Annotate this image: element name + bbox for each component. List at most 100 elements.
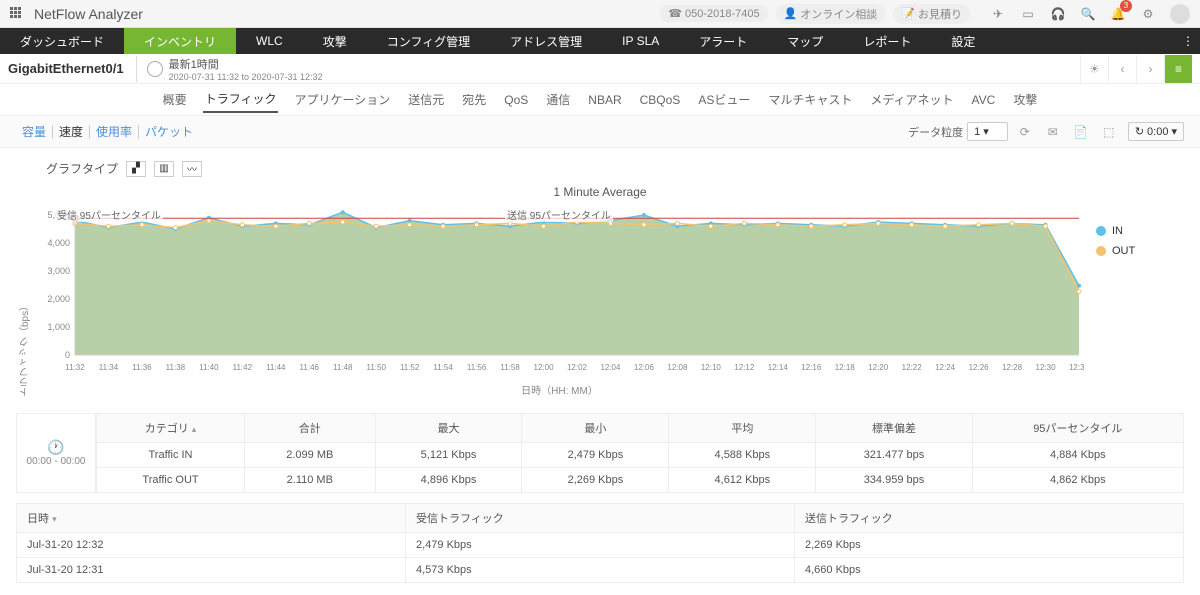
time-col: 🕐 00:00 - 00:00: [16, 413, 96, 493]
mainnav-item-2[interactable]: WLC: [236, 28, 303, 54]
svg-text:11:36: 11:36: [132, 363, 152, 372]
out-pctile-label: 送信 95パーセンタイル: [505, 207, 613, 222]
svg-text:12:20: 12:20: [868, 363, 889, 372]
granularity-label: データ粒度: [908, 124, 963, 140]
mainnav-item-0[interactable]: ダッシュボード: [0, 28, 124, 54]
avatar[interactable]: [1170, 4, 1190, 24]
mainnav-item-9[interactable]: レポート: [843, 28, 931, 54]
time-range-section[interactable]: 最新1時間 2020-07-31 11:32 to 2020-07-31 12:…: [136, 56, 323, 82]
filter-opt-0[interactable]: 容量: [16, 125, 53, 139]
pdf-icon[interactable]: 📄: [1070, 121, 1092, 143]
subtabs: 概要トラフィックアプリケーション送信元宛先 QoS 通信 NBAR CBQoS ASビュー…: [0, 84, 1200, 116]
alert-icon[interactable]: ☀: [1080, 55, 1108, 83]
online-pill[interactable]: 👤 オンライン相談: [776, 4, 886, 24]
mainnav-item-6[interactable]: IP SLA: [602, 28, 679, 54]
subtab-12[interactable]: AVC: [970, 89, 998, 111]
in-pctile-label: 受信 95パーセンタイル: [55, 207, 163, 222]
stats-header-1[interactable]: 合計: [245, 414, 376, 443]
subtab-11[interactable]: メディアネット: [868, 87, 955, 112]
rocket-icon[interactable]: ✈: [990, 6, 1006, 22]
granularity-select[interactable]: 1 ▾: [967, 122, 1008, 141]
svg-text:11:44: 11:44: [266, 363, 286, 372]
subtab-4[interactable]: 宛先: [460, 87, 488, 112]
prev-icon[interactable]: ‹: [1108, 55, 1136, 83]
interface-name: GigabitEthernet0/1: [8, 61, 124, 76]
bar-chart-icon[interactable]: ▥: [154, 161, 174, 177]
refresh-icon[interactable]: ⟳: [1014, 121, 1036, 143]
filter-opt-3[interactable]: パケット: [139, 125, 199, 139]
subtab-3[interactable]: 送信元: [406, 87, 446, 112]
mainnav-item-5[interactable]: アドレス管理: [490, 28, 602, 54]
period-label: 最新1時間: [169, 56, 323, 72]
stats-header-2[interactable]: 最大: [375, 414, 522, 443]
subtab-8[interactable]: CBQoS: [638, 89, 683, 111]
traffic-header-1[interactable]: 受信トラフィック: [406, 504, 795, 533]
filter-opt-1[interactable]: 速度: [53, 125, 90, 139]
svg-text:12:04: 12:04: [600, 363, 621, 372]
area-chart-icon[interactable]: ▞: [126, 161, 146, 177]
mainnav: ダッシュボードインベントリWLC攻撃コンフィグ管理アドレス管理IP SLAアラー…: [0, 28, 1200, 54]
subtab-0[interactable]: 概要: [161, 87, 189, 112]
topbar-icons: ✈ ▭ 🎧 🔍 🔔3 ⚙: [990, 4, 1190, 24]
quote-label: お見積り: [918, 6, 962, 22]
headset-icon[interactable]: 🎧: [1050, 6, 1066, 22]
line-chart-icon[interactable]: 〰: [182, 161, 202, 177]
subtab-5[interactable]: QoS: [502, 89, 530, 111]
graph-type-row: グラフタイプ ▞ ▥ 〰: [46, 160, 1184, 177]
traffic-header-2[interactable]: 送信トラフィック: [795, 504, 1184, 533]
stats-header-5[interactable]: 標準偏差: [816, 414, 972, 443]
clock-icon: [147, 61, 163, 77]
search-icon[interactable]: 🔍: [1080, 6, 1096, 22]
subtab-2[interactable]: アプリケーション: [292, 87, 392, 112]
bell-icon[interactable]: 🔔3: [1110, 6, 1126, 22]
gear-icon[interactable]: ⚙: [1140, 6, 1156, 22]
svg-text:12:08: 12:08: [667, 363, 688, 372]
hamburger-icon[interactable]: ≡: [1164, 55, 1192, 83]
phone-pill[interactable]: ☎ 050-2018-7405: [660, 5, 767, 22]
mainnav-item-7[interactable]: アラート: [679, 28, 767, 54]
stats-header-3[interactable]: 最小: [522, 414, 669, 443]
chart-svg: 01,0002,0003,0004,0005,00011:3211:3411:3…: [35, 205, 1084, 375]
mainnav-item-1[interactable]: インベントリ: [124, 28, 236, 54]
svg-text:0: 0: [65, 350, 70, 360]
subtab-10[interactable]: マルチキャスト: [766, 87, 854, 112]
svg-text:12:32: 12:32: [1069, 363, 1084, 372]
stats-header-4[interactable]: 平均: [669, 414, 816, 443]
legend-out-label: OUT: [1112, 245, 1135, 257]
monitor-icon[interactable]: ▭: [1020, 6, 1036, 22]
svg-text:3,000: 3,000: [47, 266, 70, 276]
subtab-1[interactable]: トラフィック: [203, 86, 279, 113]
time-pill[interactable]: ↻ 0:00 ▾: [1128, 122, 1184, 141]
subtab-6[interactable]: 通信: [544, 87, 572, 112]
svg-text:2,000: 2,000: [47, 294, 70, 304]
next-icon[interactable]: ›: [1136, 55, 1164, 83]
quote-pill[interactable]: 📝 お見積り: [893, 4, 970, 24]
subtab-9[interactable]: ASビュー: [696, 87, 752, 112]
period-range: 2020-07-31 11:32 to 2020-07-31 12:32: [169, 72, 323, 82]
mainnav-item-3[interactable]: 攻撃: [303, 28, 367, 54]
subtab-13[interactable]: 攻撃: [1011, 87, 1039, 112]
contextbar: GigabitEthernet0/1 最新1時間 2020-07-31 11:3…: [0, 54, 1200, 84]
mail-icon[interactable]: ✉: [1042, 121, 1064, 143]
stats-header-6[interactable]: 95パーセンタイル: [972, 414, 1183, 443]
traffic-table: 日時 ▾受信トラフィック送信トラフィック Jul-31-20 12:322,47…: [16, 503, 1184, 583]
mainnav-item-4[interactable]: コンフィグ管理: [367, 28, 490, 54]
mainnav-item-8[interactable]: マップ: [767, 28, 843, 54]
traffic-header-0[interactable]: 日時 ▾: [17, 504, 406, 533]
table-row: Traffic OUT2.110 MB4,896 Kbps2,269 Kbps4…: [97, 468, 1184, 493]
stats-header-0[interactable]: カテゴリ ▴: [97, 414, 245, 443]
x-axis-label: 日時（HH: MM）: [35, 382, 1084, 397]
online-label: オンライン相談: [800, 6, 877, 22]
mainnav-item-10[interactable]: 設定: [931, 28, 995, 54]
csv-icon[interactable]: ⬚: [1098, 121, 1120, 143]
subtab-7[interactable]: NBAR: [586, 89, 623, 111]
svg-text:12:02: 12:02: [567, 363, 588, 372]
svg-text:12:18: 12:18: [835, 363, 856, 372]
table-row: Traffic IN2.099 MB5,121 Kbps2,479 Kbps4,…: [97, 443, 1184, 468]
svg-text:12:22: 12:22: [902, 363, 923, 372]
mainnav-more-icon[interactable]: ⋮: [1182, 28, 1194, 54]
app-grid-icon[interactable]: [10, 7, 24, 21]
topbar-contact: ☎ 050-2018-7405 👤 オンライン相談 📝 お見積り: [660, 4, 970, 24]
legend-dot-in: [1096, 226, 1106, 236]
filter-opt-2[interactable]: 使用率: [90, 125, 139, 139]
